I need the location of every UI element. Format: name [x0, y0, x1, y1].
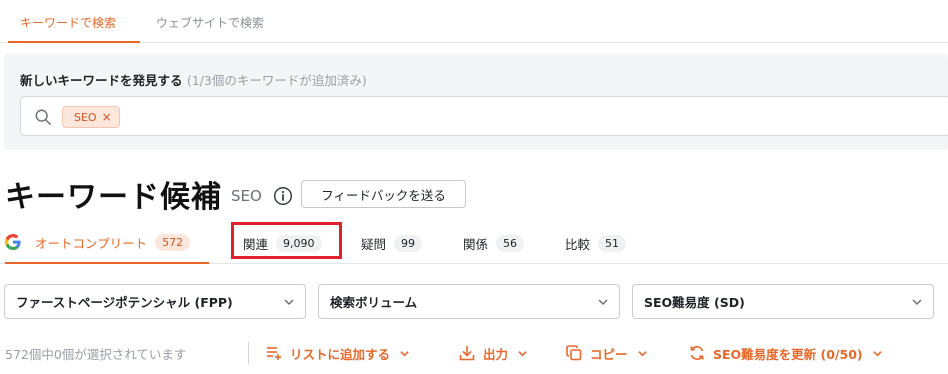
seo-difficulty-filter-dropdown[interactable]: SEO難易度 (SD) [632, 284, 934, 319]
add-to-list-button[interactable]: リストに追加する [266, 340, 410, 366]
tab-relations[interactable]: 関係 56 [463, 222, 525, 264]
heading-keyword: SEO [231, 187, 262, 205]
panel-title-text: 新しいキーワードを発見する [20, 73, 183, 88]
chevron-down-icon [518, 350, 527, 356]
keyword-chip: SEO × [62, 106, 120, 128]
chip-remove-icon[interactable]: × [102, 110, 112, 124]
tab-label: 疑問 [361, 236, 387, 252]
chevron-down-icon [872, 350, 882, 356]
update-seo-difficulty-button[interactable]: SEO難易度を更新 (0/50) [689, 340, 883, 366]
google-icon [5, 234, 21, 250]
copy-icon [566, 345, 582, 361]
tab-count-badge: 99 [394, 234, 423, 252]
search-volume-filter-dropdown[interactable]: 検索ボリューム [318, 284, 620, 319]
tab-comparisons[interactable]: 比較 51 [565, 222, 627, 264]
search-mode-tabs: キーワードで検索 ウェブサイトで検索 [0, 0, 948, 43]
tab-questions[interactable]: 疑問 99 [361, 222, 423, 264]
highlight-annotation [231, 222, 342, 259]
copy-label: コピー [590, 346, 628, 362]
chevron-down-icon [637, 350, 647, 356]
keyword-discovery-panel: 新しいキーワードを発見する (1/3個のキーワードが追加済み) SEO × [4, 54, 948, 150]
chevron-down-icon [598, 299, 608, 306]
refresh-icon [690, 346, 704, 360]
divider [248, 342, 249, 364]
tab-label: 関係 [463, 236, 489, 252]
keyword-type-tabs: オートコンプリート 572 関連 9,090 疑問 99 関係 56 比較 51 [0, 222, 948, 264]
page-title: キーワード候補 [5, 180, 222, 215]
tab-keyword-search[interactable]: キーワードで検索 [8, 14, 140, 43]
tab-count-badge: 572 [155, 233, 191, 251]
keyword-chip-label: SEO [74, 110, 97, 124]
chevron-down-icon [912, 299, 922, 306]
export-button[interactable]: 出力 [459, 340, 528, 366]
tab-label: 比較 [565, 236, 591, 252]
add-to-list-label: リストに追加する [290, 346, 391, 362]
info-icon[interactable] [273, 186, 293, 206]
feedback-button[interactable]: フィードバックを送る [301, 180, 466, 208]
dropdown-label: SEO難易度 (SD) [644, 295, 745, 310]
panel-subtitle: (1/3個のキーワードが追加済み) [186, 73, 367, 88]
chevron-down-icon [284, 299, 294, 306]
keyword-search-input[interactable]: SEO × [20, 96, 948, 136]
dropdown-label: ファーストページポテンシャル (FPP) [16, 295, 233, 310]
copy-button[interactable]: コピー [566, 340, 648, 366]
export-label: 出力 [483, 346, 509, 362]
action-bar: 572個中0個が選択されています リストに追加する 出力 コピー SEO難易度を… [0, 340, 948, 366]
list-add-icon [267, 347, 281, 360]
tab-autocomplete[interactable]: オートコンプリート 572 [5, 222, 209, 264]
selection-status: 572個中0個が選択されています [5, 347, 187, 362]
page-heading: キーワード候補 SEO [5, 174, 293, 215]
tab-website-search[interactable]: ウェブサイトで検索 [156, 14, 264, 31]
download-icon [459, 346, 475, 361]
tab-count-badge: 51 [598, 234, 627, 252]
search-icon [35, 109, 51, 125]
tab-label: オートコンプリート [35, 235, 148, 251]
panel-title: 新しいキーワードを発見する (1/3個のキーワードが追加済み) [20, 70, 367, 89]
chevron-down-icon [400, 350, 409, 356]
fpp-filter-dropdown[interactable]: ファーストページポテンシャル (FPP) [4, 284, 306, 319]
dropdown-label: 検索ボリューム [330, 295, 418, 310]
update-sd-label: SEO難易度を更新 (0/50) [713, 346, 863, 362]
tab-count-badge: 56 [496, 234, 525, 252]
